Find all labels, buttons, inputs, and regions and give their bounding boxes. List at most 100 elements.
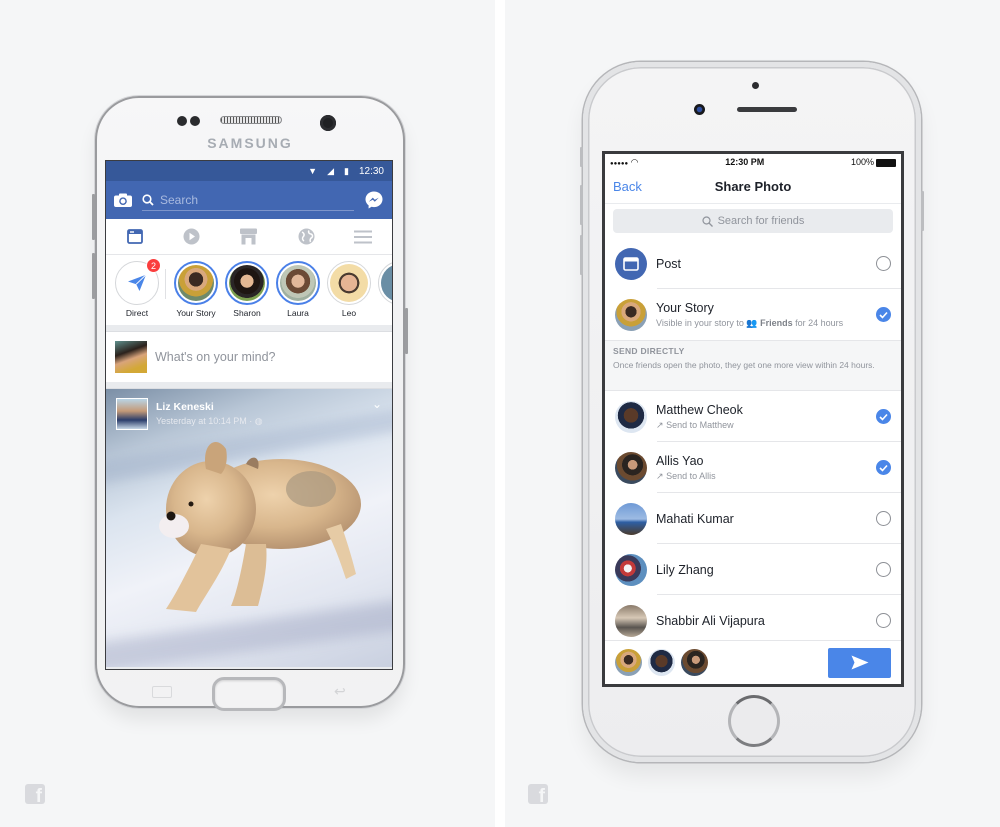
story-ring bbox=[327, 261, 371, 305]
selected-recipients-bar bbox=[605, 640, 901, 684]
signal-strength: ●●●●● ◠ bbox=[610, 157, 639, 168]
friend-subtitle: ↗ Send to Matthew bbox=[656, 420, 876, 431]
send-icon bbox=[851, 655, 868, 670]
battery-icon: ▮ bbox=[344, 165, 349, 176]
device-brand: SAMSUNG bbox=[207, 135, 293, 151]
power-button bbox=[405, 308, 408, 354]
avatar bbox=[330, 264, 368, 302]
story-direct[interactable]: 2 Direct bbox=[114, 258, 161, 318]
status-time: 12:30 PM bbox=[725, 157, 765, 167]
story-label: Sharon bbox=[233, 308, 261, 318]
story-laura[interactable]: Laura bbox=[275, 261, 321, 318]
feed-post[interactable]: Liz Keneski Yesterday at 10:14 PM · ◍ ⌄ bbox=[106, 389, 392, 667]
friend-row[interactable]: Matthew Cheok ↗ Send to Matthew bbox=[605, 391, 901, 442]
feed-divider bbox=[106, 382, 392, 389]
selected-avatar-your-story[interactable] bbox=[615, 649, 642, 676]
recent-apps-button[interactable] bbox=[152, 686, 172, 698]
story-label: Laura bbox=[287, 308, 309, 318]
send-button[interactable] bbox=[828, 647, 891, 678]
checkmark-icon bbox=[879, 413, 888, 421]
facebook-logo-icon: f bbox=[528, 784, 548, 806]
back-button[interactable]: ↩ bbox=[334, 683, 346, 700]
select-radio-unchecked[interactable] bbox=[876, 256, 891, 271]
facebook-header: Search bbox=[106, 181, 392, 219]
home-button[interactable] bbox=[212, 677, 286, 711]
story-ring bbox=[276, 261, 320, 305]
stories-divider bbox=[165, 269, 166, 299]
search-friends-input[interactable]: Search for friends bbox=[613, 209, 893, 233]
story-label: Direct bbox=[125, 308, 149, 318]
share-photo-screen: ●●●●● ◠ 12:30 PM 100% Back Share Photo S… bbox=[602, 151, 904, 687]
volume-button bbox=[92, 194, 95, 240]
news-feed-icon bbox=[623, 256, 639, 271]
user-avatar bbox=[115, 341, 147, 373]
sensor-dot bbox=[177, 116, 187, 126]
destination-name: Post bbox=[656, 256, 682, 271]
search-icon bbox=[142, 193, 154, 206]
audience-label: Friends bbox=[760, 317, 793, 328]
volume-button bbox=[92, 253, 95, 299]
avatar bbox=[381, 264, 392, 302]
android-screen: ▼ ◢ ▮ 12:30 Search 2 Direct Your Story S… bbox=[105, 160, 393, 670]
page-title: Share Photo bbox=[714, 179, 792, 194]
direct-ring: 2 bbox=[115, 258, 161, 305]
send-to-text: Send to Allis bbox=[666, 470, 716, 481]
tab-menu[interactable] bbox=[353, 227, 373, 247]
destination-your-story[interactable]: Your Story Visible in your story to 👥 Fr… bbox=[605, 289, 901, 340]
wifi-icon: ▼ bbox=[308, 166, 318, 176]
tab-video[interactable] bbox=[182, 227, 202, 247]
checkmark-icon bbox=[879, 311, 888, 319]
ios-status-bar: ●●●●● ◠ 12:30 PM 100% bbox=[605, 154, 901, 170]
avatar bbox=[615, 553, 647, 586]
chevron-down-icon[interactable]: ⌄ bbox=[372, 397, 382, 411]
selected-avatar-matthew[interactable] bbox=[648, 649, 675, 676]
messenger-icon[interactable] bbox=[364, 190, 384, 210]
android-panel: f SAMSUNG ▼ ◢ ▮ 12:30 Search 2 Direct Yo… bbox=[0, 0, 495, 827]
selected-avatar-allis[interactable] bbox=[681, 649, 708, 676]
destination-post[interactable]: Post bbox=[605, 238, 901, 289]
author-avatar[interactable] bbox=[116, 398, 148, 430]
tab-notifications[interactable] bbox=[296, 227, 316, 247]
select-radio-unchecked[interactable] bbox=[876, 511, 891, 526]
story-your-story[interactable]: Your Story bbox=[173, 261, 219, 318]
search-input[interactable]: Search bbox=[142, 189, 354, 211]
story-leo[interactable]: Leo bbox=[326, 261, 372, 318]
battery-icon bbox=[876, 158, 896, 167]
story-sharon[interactable]: Sharon bbox=[224, 261, 270, 318]
friend-subtitle: ↗ Send to Allis bbox=[656, 471, 876, 482]
select-radio-unchecked[interactable] bbox=[876, 613, 891, 628]
select-radio-checked[interactable] bbox=[876, 460, 891, 475]
subtitle-prefix: Visible in your story to bbox=[656, 317, 744, 328]
story-partial[interactable]: A bbox=[377, 261, 392, 318]
tab-marketplace[interactable] bbox=[239, 227, 259, 247]
post-author[interactable]: Liz Keneski bbox=[156, 401, 263, 413]
avatar bbox=[178, 265, 214, 301]
send-arrow-icon: ↗ bbox=[656, 470, 664, 481]
story-ring bbox=[225, 261, 269, 305]
back-button[interactable]: Back bbox=[613, 179, 642, 194]
camera-icon[interactable] bbox=[114, 193, 132, 207]
direct-send-icon bbox=[128, 274, 147, 291]
friend-row[interactable]: Lily Zhang bbox=[605, 544, 901, 595]
friend-row[interactable]: Allis Yao ↗ Send to Allis bbox=[605, 442, 901, 493]
subtitle-suffix: for 24 hours bbox=[795, 317, 844, 328]
friend-row[interactable]: Shabbir Ali Vijapura bbox=[605, 595, 901, 646]
home-button[interactable] bbox=[728, 695, 780, 747]
select-radio-checked[interactable] bbox=[876, 307, 891, 322]
search-icon bbox=[701, 215, 713, 227]
select-radio-unchecked[interactable] bbox=[876, 562, 891, 577]
tab-news-feed[interactable] bbox=[125, 227, 145, 247]
search-container: Search for friends bbox=[605, 204, 901, 238]
news-feed-icon bbox=[126, 229, 143, 244]
status-composer[interactable]: What's on your mind? bbox=[106, 332, 392, 382]
send-directly-section: SEND DIRECTLY Once friends open the phot… bbox=[605, 340, 901, 391]
front-camera bbox=[694, 104, 705, 115]
play-icon bbox=[183, 228, 200, 245]
friend-row[interactable]: Mahati Kumar bbox=[605, 493, 901, 544]
post-header: Liz Keneski Yesterday at 10:14 PM · ◍ bbox=[116, 398, 263, 430]
select-radio-checked[interactable] bbox=[876, 409, 891, 424]
notification-badge: 2 bbox=[146, 258, 161, 273]
iphone-device: ●●●●● ◠ 12:30 PM 100% Back Share Photo S… bbox=[580, 62, 924, 762]
hamburger-icon bbox=[354, 230, 373, 243]
friend-name: Lily Zhang bbox=[656, 562, 714, 577]
